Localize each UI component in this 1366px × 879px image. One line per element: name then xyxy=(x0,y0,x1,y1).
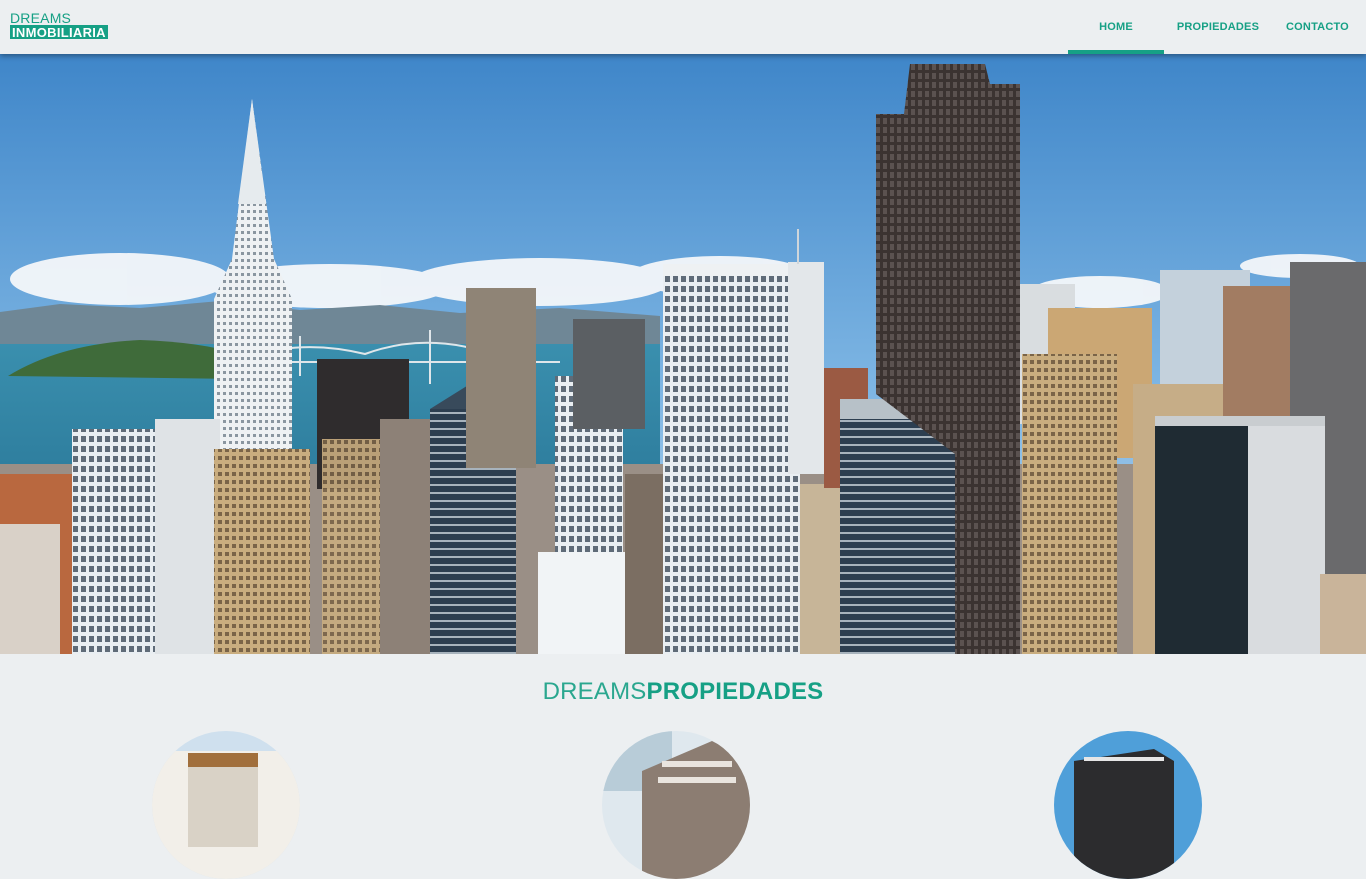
brand-name-bottom: INMOBILIARIA xyxy=(10,25,108,40)
section-title-light: DREAMS xyxy=(542,678,647,705)
nav-propiedades[interactable]: PROPIEDADES xyxy=(1167,0,1269,54)
property-thumb-2[interactable] xyxy=(602,731,750,879)
property-photo-3 xyxy=(1054,731,1202,879)
section-title-bold: PROPIEDADES xyxy=(646,678,824,705)
top-navbar: DREAMS INMOBILIARIA HOME PROPIEDADES CON… xyxy=(0,0,1366,54)
property-photo-2 xyxy=(602,731,750,879)
brand-logo[interactable]: DREAMS INMOBILIARIA xyxy=(10,11,108,41)
hero-skyline-image xyxy=(0,54,1366,654)
nav-contacto[interactable]: CONTACTO xyxy=(1269,0,1366,54)
brand-name-top: DREAMS xyxy=(10,10,72,26)
property-thumb-3[interactable] xyxy=(1054,731,1202,879)
hero-slider xyxy=(0,54,1366,654)
section-title: DREAMSPROPIEDADES xyxy=(0,678,1366,706)
property-thumb-1[interactable] xyxy=(152,731,300,879)
main-nav: HOME PROPIEDADES CONTACTO xyxy=(1068,0,1366,54)
property-photo-1 xyxy=(152,731,300,879)
nav-home[interactable]: HOME xyxy=(1068,0,1164,54)
